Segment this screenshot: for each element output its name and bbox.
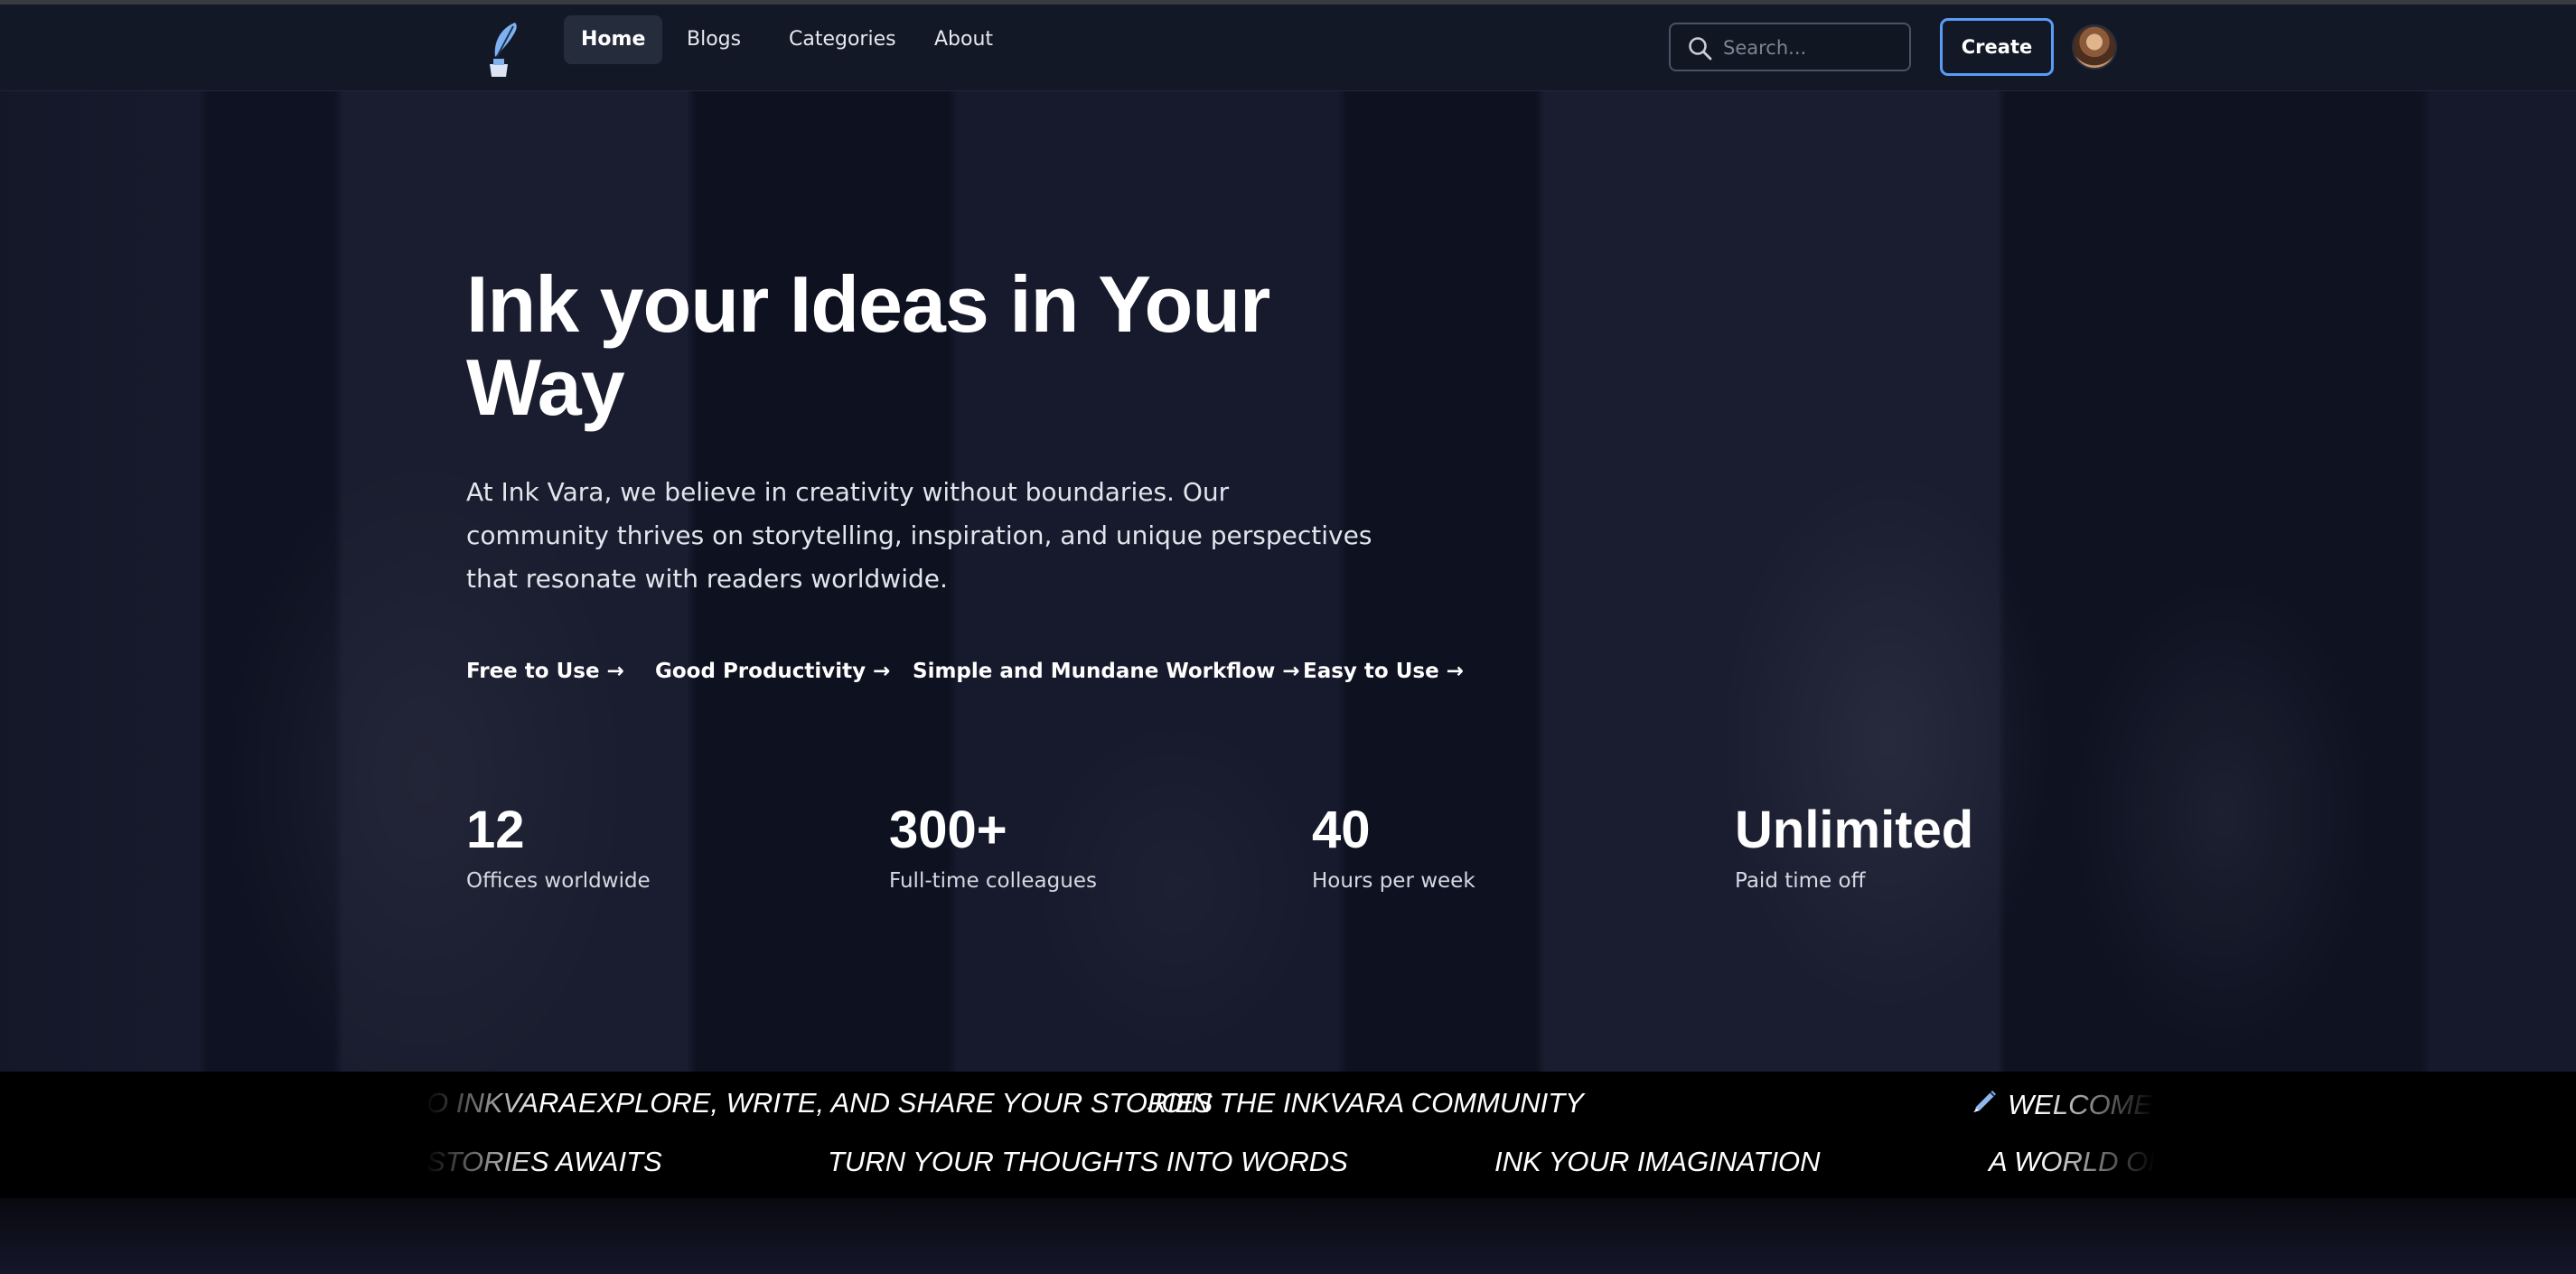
feather-logo-icon[interactable] — [481, 21, 526, 80]
marquee-text: Turn your thoughts into words — [828, 1146, 1348, 1177]
nav-categories[interactable]: Categories — [772, 15, 913, 64]
hero-section: Ink your Ideas in Your Way At Ink Vara, … — [0, 91, 2576, 1072]
stat-paid-time-off: Unlimited Paid time off — [1735, 801, 1973, 893]
stat-colleagues: 300+ Full-time colleagues — [889, 801, 1097, 893]
feature-free-to-use-link[interactable]: Free to Use → — [466, 660, 624, 683]
top-navbar: Home Blogs Categories About Create — [0, 5, 2576, 91]
feature-easy-to-use-link[interactable]: Easy to Use → — [1303, 660, 1464, 683]
stat-label: Offices worldwide — [466, 869, 651, 893]
marquee-text: Explore, write, and share your stories — [578, 1087, 1213, 1119]
nav-about[interactable]: About — [917, 15, 1010, 64]
marquee-text: Ink your imagination — [1494, 1146, 1821, 1177]
marquee-window: o InkVara Explore, write, and share your… — [425, 1072, 2155, 1198]
stat-label: Full-time colleagues — [889, 869, 1097, 893]
stat-value: 40 — [1312, 801, 1371, 859]
hero-title: Ink your Ideas in Your Way — [466, 259, 1270, 432]
marquee-fade-right — [2037, 1072, 2155, 1198]
feature-simple-workflow-link[interactable]: Simple and Mundane Workflow → — [913, 660, 1300, 683]
marquee-fade-left — [425, 1072, 542, 1198]
stat-value: 12 — [466, 801, 525, 859]
marquee-text: Join the InkVara community — [1147, 1087, 1584, 1119]
search-box[interactable] — [1669, 23, 1911, 71]
create-button[interactable]: Create — [1940, 18, 2054, 76]
stat-value: Unlimited — [1735, 801, 1974, 859]
search-icon — [1689, 37, 1712, 61]
nav-blogs[interactable]: Blogs — [670, 15, 758, 64]
scrolling-marquee: o InkVara Explore, write, and share your… — [0, 1072, 2576, 1198]
stat-hours: 40 Hours per week — [1312, 801, 1475, 893]
stat-label: Paid time off — [1735, 869, 1866, 893]
stat-label: Hours per week — [1312, 869, 1475, 893]
search-input[interactable] — [1721, 24, 1906, 71]
fountain-pen-icon — [1973, 1091, 1996, 1112]
stat-offices: 12 Offices worldwide — [466, 801, 651, 893]
nav-home[interactable]: Home — [564, 15, 663, 64]
page-bottom-section — [0, 1198, 2576, 1274]
hero-description: At Ink Vara, we believe in creativity wi… — [466, 477, 1372, 594]
user-avatar[interactable] — [2074, 26, 2115, 68]
stat-value: 300+ — [889, 801, 1007, 859]
feature-good-productivity-link[interactable]: Good Productivity → — [655, 660, 890, 683]
